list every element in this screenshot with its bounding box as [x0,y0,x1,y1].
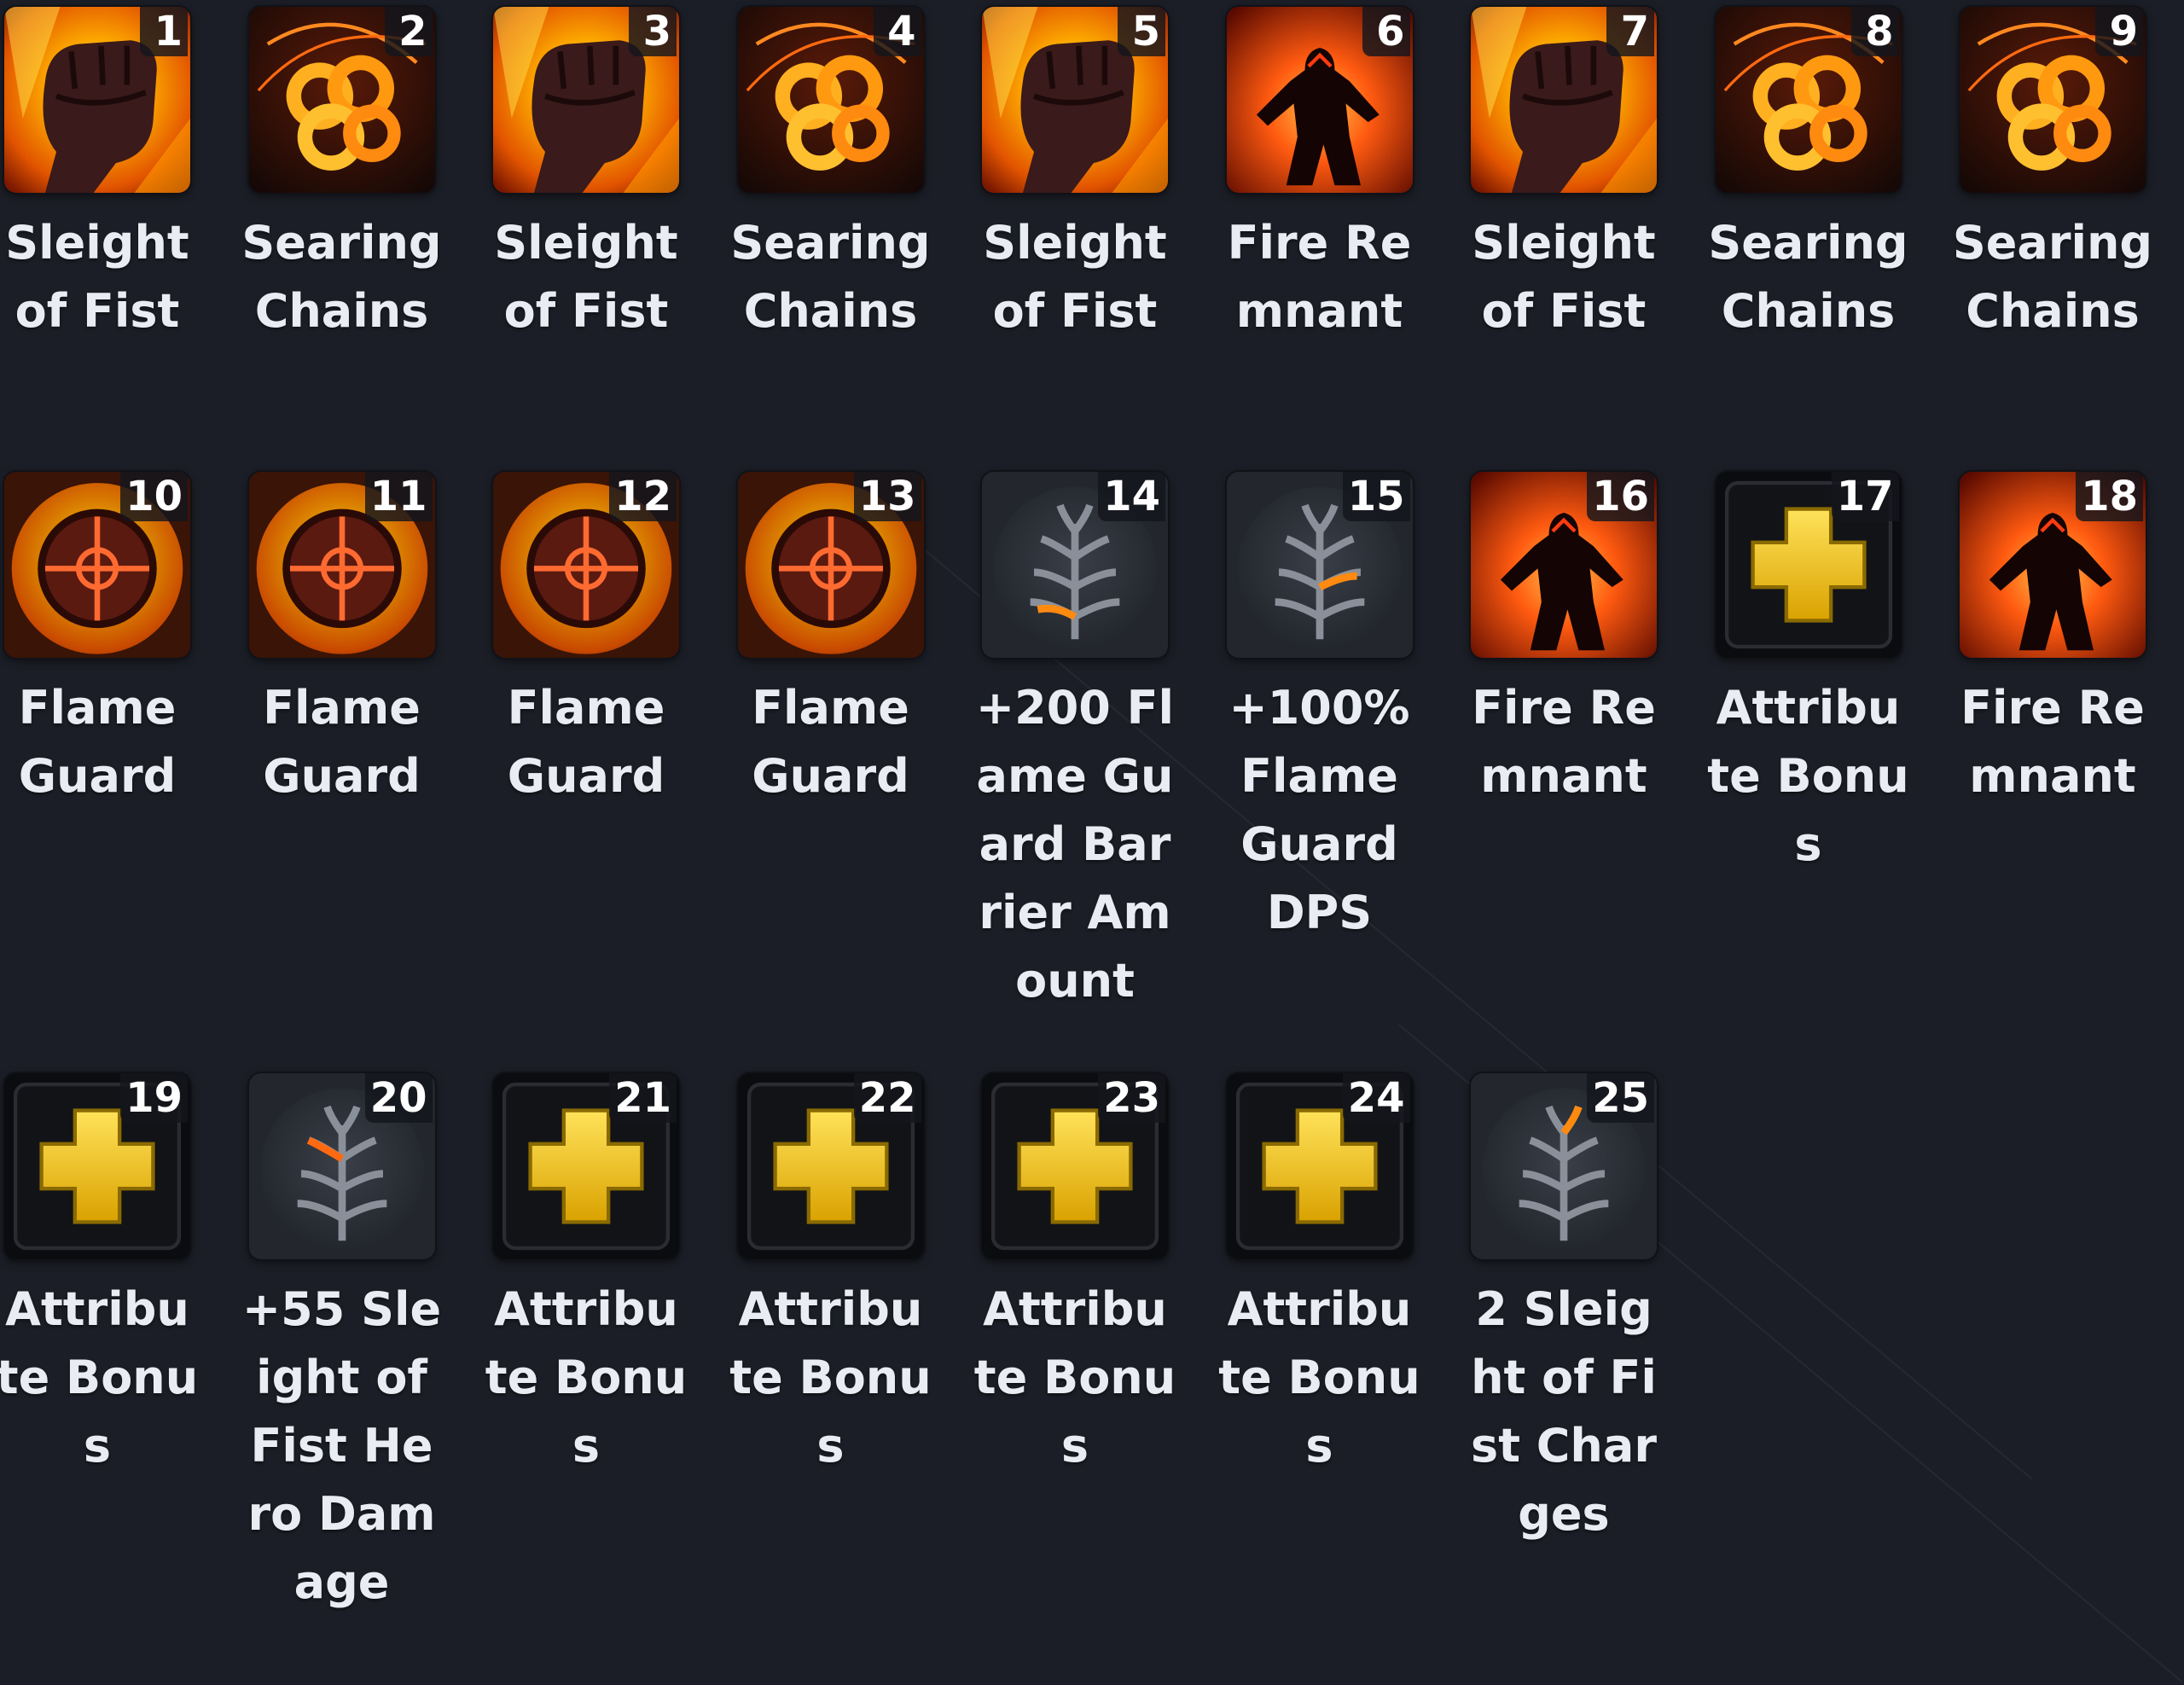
skill-order-number: 4 [873,7,921,56]
fist-icon: 7 [1471,7,1657,193]
skill-order-number: 13 [853,472,921,521]
skill-label: Flame Guard [263,681,421,803]
chains-icon: 4 [737,7,924,193]
skill-order-number: 16 [1587,472,1654,521]
skill-label: Attribute Bonus [1218,1282,1420,1473]
skill-label: Sleight of Fist [494,216,678,338]
skill-order-number: 24 [1342,1073,1410,1123]
skill-label: Attribute Bonus [485,1282,688,1473]
skill-order-number: 8 [1850,7,1899,56]
skill-label: Attribute Bonus [0,1282,199,1473]
skill-label: Searing Chains [1708,216,1908,338]
attribute-plus-icon: 22 [737,1073,924,1259]
skill-label: +100% Flame Guard DPS [1228,681,1410,939]
skill-label: 2 Sleight of Fist Charges [1471,1282,1657,1541]
remnant-icon: 18 [1960,472,2146,658]
skill-label: Searing Chains [241,216,442,338]
remnant-icon: 6 [1226,7,1413,193]
skill-label: Attribute Bonus [1707,681,1909,871]
skill-order-number: 25 [1587,1073,1654,1123]
skill-build-grid: 1 Sleight of Fist 2 Searing Chains 3 Sle… [0,0,2184,1685]
talent-tree-icon: 14 [982,472,1168,658]
skill-order-number: 19 [120,1073,188,1123]
attribute-plus-icon: 23 [982,1073,1168,1259]
skill-label: Fire Remnant [1960,681,2145,803]
skill-order-number: 15 [1342,472,1410,521]
skill-label: Sleight of Fist [983,216,1167,338]
attribute-plus-icon: 21 [493,1073,679,1259]
fist-icon: 5 [982,7,1168,193]
skill-order-number: 11 [364,472,433,521]
fist-icon: 3 [493,7,679,193]
flame-guard-icon: 13 [737,472,924,658]
skill-label: +55 Sleight of Fist Hero Damage [241,1282,442,1609]
skill-label: Sleight of Fist [5,216,189,338]
attribute-plus-icon: 24 [1226,1073,1413,1259]
talent-tree-icon: 20 [248,1073,435,1259]
chains-icon: 2 [248,7,435,193]
skill-order-number: 9 [2095,7,2143,56]
skill-order-number: 17 [1831,472,1899,521]
skill-order-number: 3 [629,7,677,56]
skill-label: Attribute Bonus [729,1282,932,1473]
skill-label: Sleight of Fist [1472,216,1656,338]
skill-order-number: 21 [609,1073,677,1123]
skill-label: Flame Guard [18,681,177,803]
fist-icon: 1 [4,7,190,193]
skill-order-number: 14 [1098,472,1165,521]
skill-label: Searing Chains [730,216,931,338]
skill-order-number: 12 [609,472,677,521]
skill-label: Fire Remnant [1472,681,1656,803]
skill-label: Attribute Bonus [973,1282,1176,1473]
skill-label: +200 Flame Guard Barrier Amount [975,681,1175,1008]
attribute-plus-icon: 17 [1715,472,1902,658]
remnant-icon: 16 [1471,472,1657,658]
skill-label: Flame Guard [752,681,909,803]
chains-icon: 9 [1960,7,2146,193]
skill-order-number: 18 [2076,472,2143,521]
skill-order-number: 5 [1118,7,1165,56]
skill-order-number: 10 [120,472,188,521]
skill-order-number: 20 [364,1073,433,1123]
skill-order-number: 22 [853,1073,921,1123]
talent-tree-icon: 25 [1471,1073,1657,1259]
skill-order-number: 2 [384,7,433,56]
flame-guard-icon: 10 [4,472,190,658]
flame-guard-icon: 12 [493,472,679,658]
skill-label: Flame Guard [507,681,665,803]
skill-order-number: 23 [1098,1073,1165,1123]
skill-order-number: 7 [1606,7,1654,56]
chains-icon: 8 [1715,7,1902,193]
skill-label: Fire Remnant [1227,216,1412,338]
talent-tree-icon: 15 [1226,472,1413,658]
skill-order-number: 6 [1362,7,1410,56]
skill-label: Searing Chains [1952,216,2153,338]
skill-order-number: 1 [140,7,188,56]
flame-guard-icon: 11 [248,472,435,658]
attribute-plus-icon: 19 [4,1073,190,1259]
